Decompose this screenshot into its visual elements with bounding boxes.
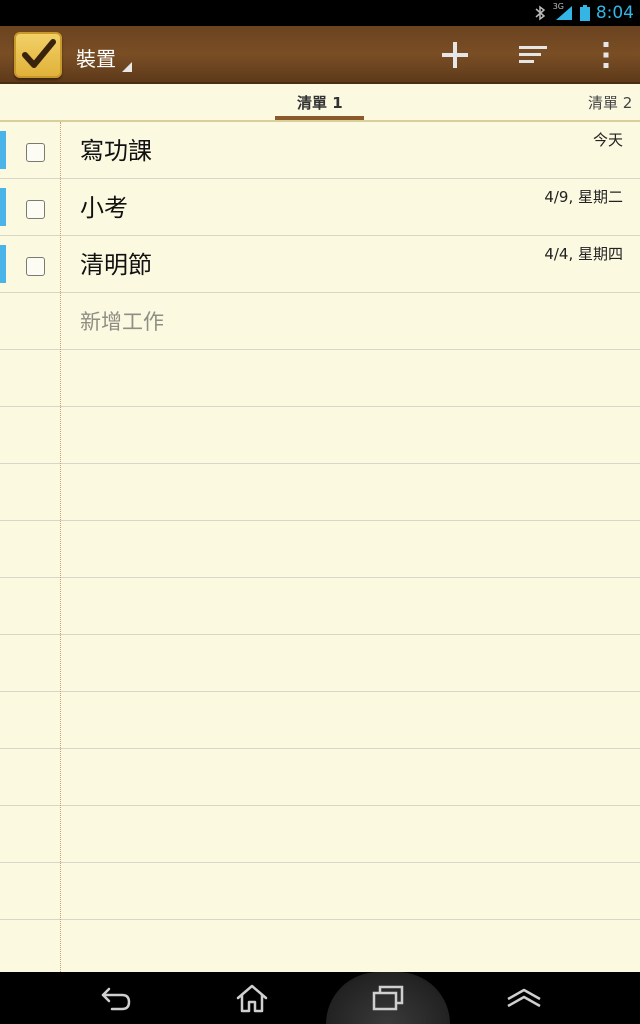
- tab-list-2[interactable]: 清單 2: [588, 92, 632, 113]
- task-due-date: 4/4, 星期四: [544, 245, 623, 263]
- recent-apps-icon: [372, 985, 404, 1011]
- overflow-icon: [603, 42, 609, 68]
- app-logo-icon[interactable]: [14, 32, 62, 78]
- task-due-date: 今天: [592, 131, 623, 149]
- add-task-row[interactable]: 新增工作: [0, 293, 640, 350]
- task-title: 寫功課: [80, 137, 152, 165]
- tab-list-1[interactable]: 清單 1: [297, 92, 343, 113]
- menu-icon: [507, 988, 541, 1008]
- bluetooth-icon: [535, 5, 546, 21]
- dropdown-triangle-icon: [122, 62, 132, 72]
- back-button[interactable]: [96, 982, 136, 1014]
- account-label: 裝置: [76, 47, 116, 71]
- sort-icon: [519, 46, 547, 63]
- tab-indicator: [275, 116, 364, 120]
- add-icon: [442, 42, 468, 68]
- priority-indicator: [0, 188, 6, 226]
- sort-button[interactable]: [512, 34, 554, 76]
- priority-indicator: [0, 131, 6, 169]
- task-title: 清明節: [80, 251, 152, 279]
- task-row[interactable]: 小考 4/9, 星期二: [0, 179, 640, 236]
- add-task-button[interactable]: [434, 34, 476, 76]
- task-list: 寫功課 今天 小考 4/9, 星期二 清明節 4/4, 星期四 新增工作: [0, 122, 640, 972]
- home-button[interactable]: [232, 982, 272, 1014]
- overflow-menu-button[interactable]: [585, 34, 627, 76]
- priority-indicator: [0, 245, 6, 283]
- task-checkbox[interactable]: [26, 200, 45, 219]
- task-title: 小考: [80, 194, 128, 222]
- checkmark-icon: [22, 39, 56, 68]
- list-tabs: 清單 1 清單 2: [0, 84, 640, 122]
- menu-button[interactable]: [504, 982, 544, 1014]
- status-bar: 3G 8:04: [0, 0, 640, 26]
- task-checkbox[interactable]: [26, 143, 45, 162]
- task-row[interactable]: 寫功課 今天: [0, 122, 640, 179]
- recent-apps-button[interactable]: [368, 982, 408, 1014]
- task-checkbox[interactable]: [26, 257, 45, 276]
- account-spinner[interactable]: 裝置: [76, 46, 132, 76]
- battery-icon: [580, 5, 590, 21]
- screen: 3G 8:04 裝置 清單 1 清單 2 寫功課 今天 小考 4/9, 星期二 …: [0, 0, 640, 1024]
- task-due-date: 4/9, 星期二: [544, 188, 623, 206]
- home-icon: [236, 984, 268, 1013]
- task-row[interactable]: 清明節 4/4, 星期四: [0, 236, 640, 293]
- back-icon: [101, 987, 131, 1011]
- signal-icon: [556, 6, 572, 20]
- add-task-placeholder[interactable]: 新增工作: [80, 308, 164, 336]
- clock: 8:04: [595, 3, 634, 23]
- action-bar: 裝置: [0, 26, 640, 84]
- navigation-bar: [0, 972, 640, 1024]
